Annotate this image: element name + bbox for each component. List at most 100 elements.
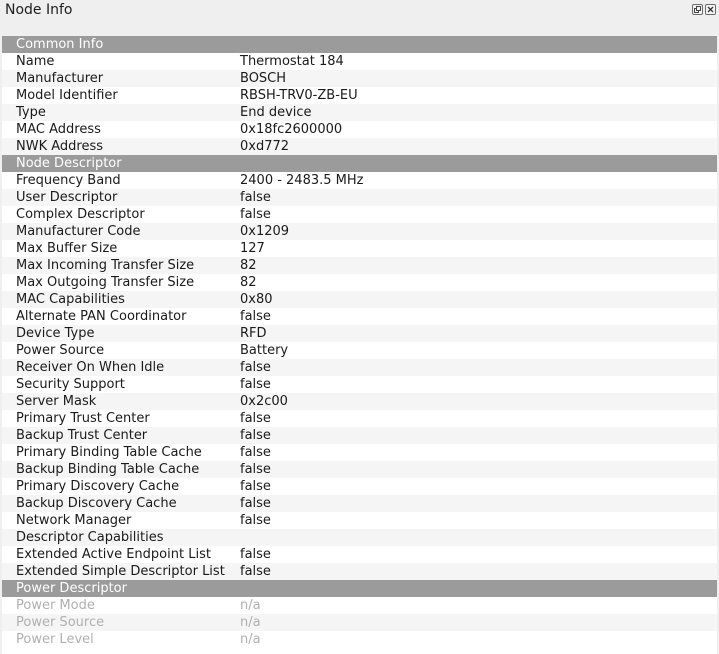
property-name: Server Mask (16, 394, 97, 409)
property-row[interactable]: MAC Capabilities 0x80 (2, 291, 717, 308)
property-value: RFD (240, 326, 267, 341)
property-value: End device (240, 105, 312, 120)
property-row[interactable]: Frequency Band 2400 - 2483.5 MHz (2, 172, 717, 189)
property-value: false (240, 564, 271, 579)
property-value: false (240, 547, 271, 562)
property-value: false (240, 309, 271, 324)
property-name: MAC Address (16, 122, 101, 137)
property-value: Battery (240, 343, 289, 358)
property-name: User Descriptor (16, 190, 118, 205)
property-row[interactable]: Backup Discovery Cache false (2, 495, 717, 512)
property-row[interactable]: Network Manager false (2, 512, 717, 529)
property-row[interactable]: Complex Descriptor false (2, 206, 717, 223)
property-name: Power Source (16, 343, 105, 358)
property-row[interactable]: Power Source Battery (2, 342, 717, 359)
property-name: Primary Discovery Cache (16, 479, 180, 494)
property-name: Extended Active Endpoint List (16, 547, 211, 562)
property-name: Manufacturer Code (16, 224, 141, 239)
property-value: 0xd772 (240, 139, 290, 154)
property-name: Backup Discovery Cache (16, 496, 177, 511)
property-name: Power Source (16, 615, 105, 630)
property-name: Name (16, 54, 55, 69)
section-header[interactable]: Common Info (2, 36, 717, 53)
property-value: BOSCH (240, 71, 287, 86)
property-row[interactable]: User Descriptor false (2, 189, 717, 206)
property-name: MAC Capabilities (16, 292, 125, 307)
property-row[interactable]: Manufacturer BOSCH (2, 70, 717, 87)
property-row[interactable]: Max Buffer Size 127 (2, 240, 717, 257)
property-name: Complex Descriptor (16, 207, 145, 222)
property-row[interactable]: Model Identifier RBSH-TRV0-ZB-EU (2, 87, 717, 104)
property-row[interactable]: Power Level n/a (2, 631, 717, 648)
property-value: false (240, 411, 271, 426)
property-name: Max Incoming Transfer Size (16, 258, 195, 273)
property-row[interactable]: Type End device (2, 104, 717, 121)
property-name: Backup Binding Table Cache (16, 462, 200, 477)
property-row[interactable]: Descriptor Capabilities (2, 529, 717, 546)
node-info-tree[interactable]: Common Info Name Thermostat 184 Manufacture… (2, 36, 717, 654)
property-value: 127 (240, 241, 265, 256)
property-value: n/a (240, 632, 261, 647)
property-value: 0x80 (240, 292, 273, 307)
section-header[interactable]: Node Descriptor (2, 155, 717, 172)
property-row[interactable]: MAC Address 0x18fc2600000 (2, 121, 717, 138)
property-row[interactable]: Max Incoming Transfer Size 82 (2, 257, 717, 274)
property-name: Descriptor Capabilities (16, 530, 164, 545)
property-row[interactable]: Alternate PAN Coordinator false (2, 308, 717, 325)
property-row[interactable]: Power Mode n/a (2, 597, 717, 614)
property-row[interactable]: Extended Simple Descriptor List false (2, 563, 717, 580)
property-row[interactable]: Backup Trust Center false (2, 427, 717, 444)
property-name: Manufacturer (16, 71, 104, 86)
property-value: 82 (240, 258, 257, 273)
property-value: false (240, 513, 271, 528)
property-value: false (240, 207, 271, 222)
section-header[interactable]: Power Descriptor (2, 580, 717, 597)
property-row[interactable]: Backup Binding Table Cache false (2, 461, 717, 478)
property-row[interactable]: Security Support false (2, 376, 717, 393)
close-icon[interactable] (705, 4, 716, 15)
property-row[interactable]: Manufacturer Code 0x1209 (2, 223, 717, 240)
property-value: false (240, 462, 271, 477)
property-name: Max Buffer Size (16, 241, 118, 256)
property-value: 82 (240, 275, 257, 290)
property-row[interactable]: NWK Address 0xd772 (2, 138, 717, 155)
property-row[interactable]: Primary Trust Center false (2, 410, 717, 427)
property-row[interactable]: Primary Binding Table Cache false (2, 444, 717, 461)
property-value: 0x2c00 (240, 394, 288, 409)
property-name: Power Level (16, 632, 94, 647)
property-name: Power Mode (16, 598, 95, 613)
property-value: false (240, 190, 271, 205)
property-value: false (240, 496, 271, 511)
float-icon[interactable] (692, 4, 703, 15)
property-row[interactable]: Server Mask 0x2c00 (2, 393, 717, 410)
property-name: Receiver On When Idle (16, 360, 165, 375)
property-name: Device Type (16, 326, 95, 341)
property-value: false (240, 428, 271, 443)
property-name: Backup Trust Center (16, 428, 148, 443)
property-row[interactable]: Name Thermostat 184 (2, 53, 717, 70)
property-name: Model Identifier (16, 88, 118, 103)
property-name: Type (16, 105, 46, 120)
property-row[interactable]: Max Outgoing Transfer Size 82 (2, 274, 717, 291)
property-name: Primary Binding Table Cache (16, 445, 202, 460)
window-title: Node Info (5, 2, 73, 18)
property-row[interactable]: Extended Active Endpoint List false (2, 546, 717, 563)
property-name: Frequency Band (16, 173, 121, 188)
property-value: false (240, 479, 271, 494)
property-name: Alternate PAN Coordinator (16, 309, 187, 324)
property-value: 0x1209 (240, 224, 290, 239)
property-row[interactable]: Device Type RFD (2, 325, 717, 342)
property-row[interactable]: Receiver On When Idle false (2, 359, 717, 376)
property-row[interactable]: Primary Discovery Cache false (2, 478, 717, 495)
property-name: Security Support (16, 377, 125, 392)
property-name: Extended Simple Descriptor List (16, 564, 225, 579)
property-value: n/a (240, 598, 261, 613)
property-value: 2400 - 2483.5 MHz (240, 173, 364, 188)
title-bar: Node Info (0, 0, 719, 26)
property-name: Network Manager (16, 513, 132, 528)
property-value: false (240, 360, 271, 375)
property-name: Primary Trust Center (16, 411, 150, 426)
property-name: Max Outgoing Transfer Size (16, 275, 195, 290)
property-value: 0x18fc2600000 (240, 122, 343, 137)
property-row[interactable]: Power Source n/a (2, 614, 717, 631)
